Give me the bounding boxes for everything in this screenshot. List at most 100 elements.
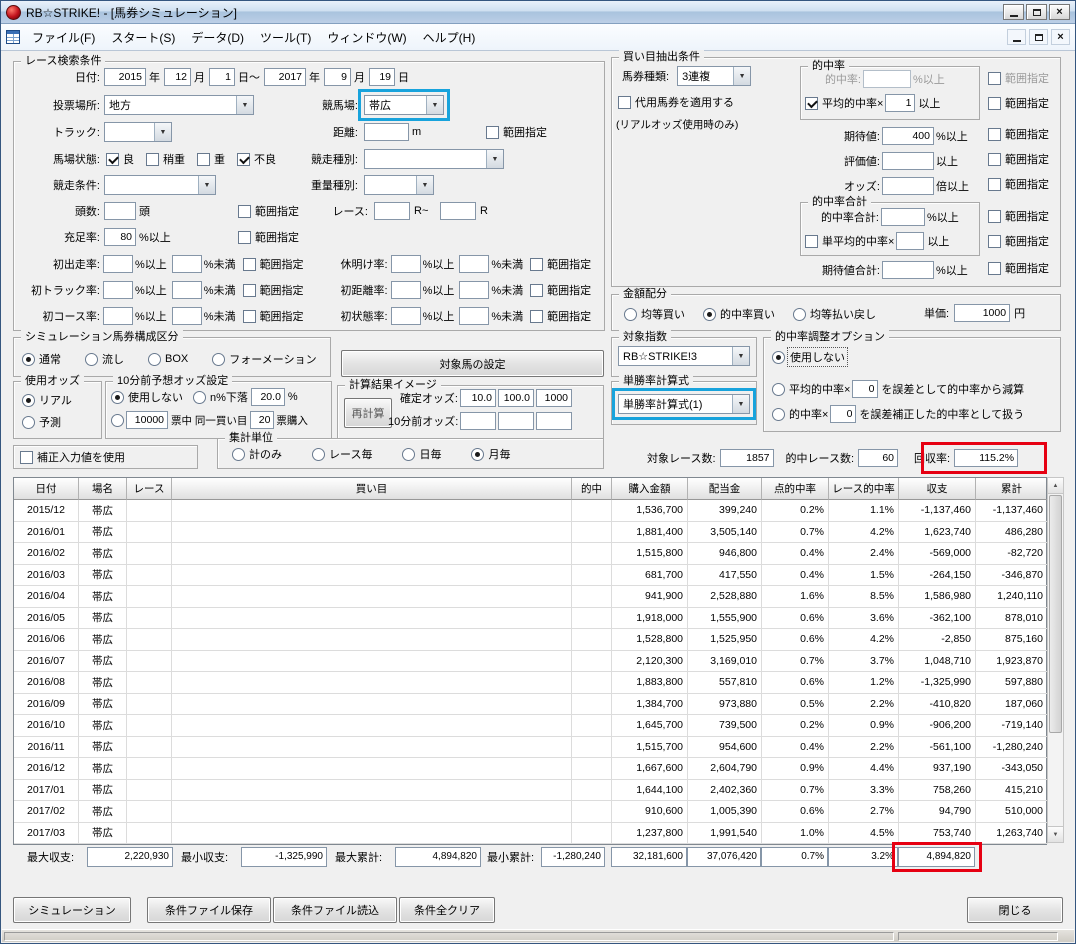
menu-item[interactable]: ヘルプ(H) [415, 25, 484, 50]
table-row[interactable]: 2016/06 帯広 1,528,800 1,525,950 0.6% 4.2% -2,85… [14, 629, 1048, 651]
fixed-odds-input-1[interactable] [460, 389, 496, 407]
rate-input[interactable] [103, 255, 133, 273]
voting-place-select[interactable]: 地方 ▼ [104, 95, 254, 115]
hit-races-input[interactable] [858, 449, 899, 467]
votes-radio[interactable] [111, 413, 124, 427]
track-condition-checkbox[interactable]: 重 [197, 151, 225, 167]
recovery-rate-input[interactable] [954, 449, 1019, 467]
menu-item[interactable]: ツール(T) [252, 25, 319, 50]
ticket-type-select[interactable]: 3連複 ▼ [677, 66, 752, 86]
column-header[interactable]: 累計 [976, 478, 1048, 500]
save-condition-file-button[interactable]: 条件ファイル保存 [147, 897, 271, 923]
radio-option[interactable]: 計のみ [232, 446, 282, 462]
range-checkbox[interactable]: 範囲指定 [988, 176, 1049, 192]
range-checkbox[interactable]: 範囲指定 [486, 124, 547, 140]
correction-input-checkbox[interactable]: 補正入力値を使用 [20, 449, 125, 465]
radio-option[interactable]: 均等買い [624, 306, 685, 322]
fixed-odds-input-2[interactable] [498, 389, 534, 407]
radio-option[interactable]: 日毎 [402, 446, 441, 462]
rate-input[interactable] [171, 307, 202, 325]
track-condition-checkbox[interactable]: 良 [106, 151, 134, 167]
column-header[interactable]: レース [127, 478, 172, 500]
race-from-input[interactable] [374, 202, 410, 220]
menu-item[interactable]: スタート(S) [103, 25, 183, 50]
vertical-scrollbar[interactable]: ▲ ▼ [1047, 477, 1064, 843]
range-checkbox[interactable]: 範囲指定 [988, 95, 1049, 111]
hit-total-input[interactable] [881, 208, 925, 226]
table-row[interactable]: 2016/08 帯広 1,883,800 557,810 0.6% 1.2% -1,325,… [14, 672, 1048, 694]
menu-item[interactable]: ウィンドウ(W) [319, 25, 414, 50]
rate-input[interactable] [459, 281, 490, 299]
menu-item[interactable]: データ(D) [183, 25, 252, 50]
column-header[interactable]: 買い目 [172, 478, 572, 500]
avg-hit-checkbox[interactable]: 平均的中率× [805, 95, 883, 111]
radio-option[interactable]: 予測 [22, 414, 72, 430]
column-header[interactable]: 購入金額 [612, 478, 688, 500]
column-header[interactable]: 日付 [14, 478, 79, 500]
radio-option[interactable]: レース毎 [312, 446, 372, 462]
fill-rate-input[interactable] [104, 228, 136, 246]
close-button[interactable]: × [1049, 4, 1070, 20]
fixed-odds-input-3[interactable] [536, 389, 572, 407]
adjust-correct-radio[interactable]: 的中率× [772, 406, 828, 422]
drop-rate-radio[interactable]: n%下落 [193, 389, 248, 405]
hit-rate-input[interactable] [863, 70, 911, 88]
adjust-multiplier-input-2[interactable] [830, 405, 857, 423]
range-checkbox[interactable]: 範囲指定 [242, 282, 304, 298]
range-checkbox[interactable]: 範囲指定 [530, 282, 591, 298]
range-checkbox[interactable]: 範囲指定 [988, 208, 1049, 224]
table-row[interactable]: 2016/04 帯広 941,900 2,528,880 1.6% 8.5% 1,586,9… [14, 586, 1048, 608]
rate-input[interactable] [171, 255, 202, 273]
date-to-year-input[interactable] [264, 68, 306, 86]
range-checkbox[interactable]: 範囲指定 [530, 308, 591, 324]
table-row[interactable]: 2017/02 帯広 910,600 1,005,390 0.6% 2.7% 94,790 5… [14, 801, 1048, 823]
range-checkbox[interactable]: 範囲指定 [988, 260, 1049, 276]
mdi-minimize-button[interactable] [1007, 29, 1026, 45]
date-from-month-input[interactable] [164, 68, 191, 86]
heads-input[interactable] [104, 202, 136, 220]
date-from-day-input[interactable] [209, 68, 235, 86]
unit-price-input[interactable] [954, 304, 1011, 322]
radio-option[interactable]: 流し [85, 351, 124, 367]
range-checkbox[interactable]: 範囲指定 [242, 256, 304, 272]
mdi-close-button[interactable]: × [1051, 29, 1070, 45]
radio-option[interactable]: 的中率買い [703, 306, 775, 322]
date-to-day-input[interactable] [369, 68, 395, 86]
scroll-down-button[interactable]: ▼ [1048, 826, 1063, 842]
pre-odds-input-2[interactable] [498, 412, 534, 430]
recalculate-button[interactable]: 再計算 [344, 398, 392, 428]
weight-type-select[interactable]: ▼ [364, 175, 434, 195]
vote-count-input[interactable] [250, 411, 275, 429]
pre-odds-input-3[interactable] [536, 412, 572, 430]
table-row[interactable]: 2017/01 帯広 1,644,100 2,402,360 0.7% 3.3% 758,2… [14, 779, 1048, 801]
table-row[interactable]: 2017/03 帯広 1,237,800 1,991,540 1.0% 4.5% 753,7… [14, 822, 1048, 844]
eval-value-input[interactable] [882, 152, 934, 170]
race-to-input[interactable] [440, 202, 476, 220]
table-row[interactable]: 2016/10 帯広 1,645,700 739,500 0.2% 0.9% -906,20… [14, 715, 1048, 737]
win-formula-select[interactable]: 単勝率計算式(1) ▼ [612, 388, 756, 420]
race-condition-select[interactable]: ▼ [104, 175, 216, 195]
radio-option[interactable]: フォーメーション [212, 351, 317, 367]
range-checkbox[interactable]: 範囲指定 [530, 256, 591, 272]
range-checkbox[interactable]: 範囲指定 [988, 233, 1049, 249]
clear-all-conditions-button[interactable]: 条件全クリア [399, 897, 495, 923]
table-row[interactable]: 2016/07 帯広 2,120,300 3,169,010 0.7% 3.7% 1,048… [14, 650, 1048, 672]
odds-input[interactable] [882, 177, 934, 195]
votes-input[interactable] [126, 411, 168, 429]
table-row[interactable]: 2016/03 帯広 681,700 417,550 0.4% 1.5% -264,150-… [14, 564, 1048, 586]
radio-option[interactable]: リアル [22, 392, 72, 408]
column-header[interactable]: レース的中率 [829, 478, 899, 500]
table-row[interactable]: 2016/12 帯広 1,667,600 2,604,790 0.9% 4.4% 937,1… [14, 758, 1048, 780]
rate-input[interactable] [390, 307, 421, 325]
single-avg-checkbox[interactable]: 単平均的中率× [805, 233, 894, 249]
avg-hit-multiplier-input[interactable] [885, 94, 916, 112]
simulation-button[interactable]: シミュレーション [13, 897, 131, 923]
column-header[interactable]: 配当金 [688, 478, 762, 500]
pre-odds-not-use-radio[interactable]: 使用しない [111, 389, 183, 405]
load-condition-file-button[interactable]: 条件ファイル読込 [273, 897, 397, 923]
range-checkbox[interactable]: 範囲指定 [988, 126, 1049, 142]
rate-input[interactable] [103, 281, 133, 299]
rate-input[interactable] [103, 307, 133, 325]
track-condition-checkbox[interactable]: 稍重 [146, 151, 185, 167]
range-checkbox[interactable]: 範囲指定 [242, 308, 304, 324]
